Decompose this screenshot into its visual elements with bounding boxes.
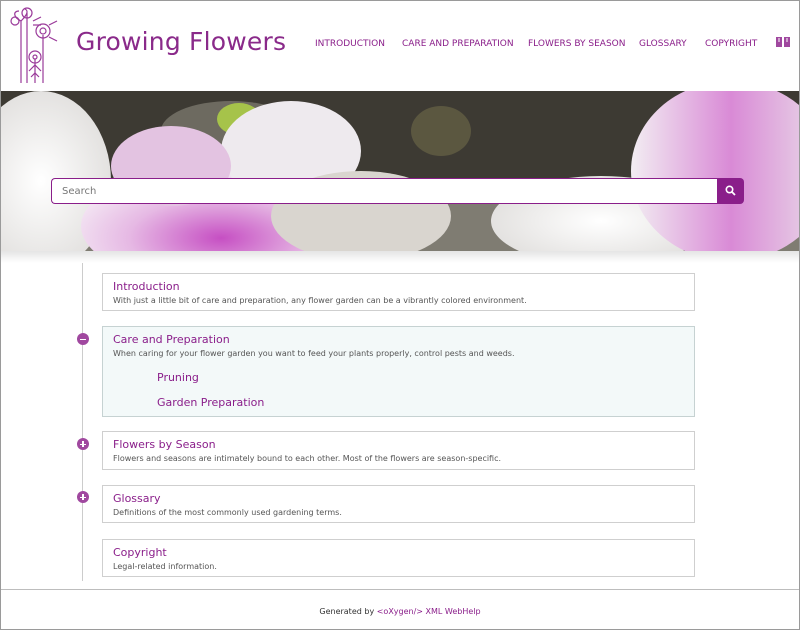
topic-card-introduction: Introduction With just a little bit of c… [102, 273, 695, 311]
topic-description: With just a little bit of care and prepa… [113, 296, 527, 305]
hero-shadow [1, 251, 799, 263]
flower-background-image [1, 91, 799, 251]
expand-toggle-icon[interactable] [77, 491, 89, 503]
book-icon[interactable] [775, 36, 791, 48]
footer-text: Generated by <oXygen/> XML WebHelp [1, 607, 799, 616]
topic-title-flowers-by-season[interactable]: Flowers by Season [113, 438, 216, 451]
topic-title-introduction[interactable]: Introduction [113, 280, 180, 293]
hero-banner [1, 91, 799, 251]
expand-toggle-icon[interactable] [77, 438, 89, 450]
topic-description: When caring for your flower garden you w… [113, 349, 515, 358]
nav-copyright[interactable]: COPYRIGHT [705, 39, 757, 49]
topic-title-copyright[interactable]: Copyright [113, 546, 167, 559]
flower-logo-icon[interactable] [7, 7, 65, 85]
nav-care-and-preparation[interactable]: CARE AND PREPARATION [402, 39, 514, 49]
header: Growing Flowers INTRODUCTION CARE AND PR… [1, 1, 799, 91]
nav-flowers-by-season[interactable]: FLOWERS BY SEASON [528, 39, 626, 49]
topic-description: Flowers and seasons are intimately bound… [113, 454, 502, 463]
footer-prefix: Generated by [319, 607, 377, 616]
nav-introduction[interactable]: INTRODUCTION [315, 39, 385, 49]
topic-title-care-and-preparation[interactable]: Care and Preparation [113, 333, 230, 346]
timeline-line [82, 263, 83, 581]
topic-card-flowers-by-season: Flowers by Season Flowers and seasons ar… [102, 431, 695, 470]
subtopic-link-garden-preparation[interactable]: Garden Preparation [157, 396, 264, 409]
subtopic-link-pruning[interactable]: Pruning [157, 371, 199, 384]
footer: Generated by <oXygen/> XML WebHelp [1, 589, 799, 629]
topic-description: Legal-related information. [113, 562, 217, 571]
nav-glossary[interactable]: GLOSSARY [639, 39, 687, 49]
search-input[interactable] [51, 178, 717, 204]
topic-card-copyright: Copyright Legal-related information. [102, 539, 695, 577]
topic-description: Definitions of the most commonly used ga… [113, 508, 342, 517]
footer-generator-link[interactable]: <oXygen/> XML WebHelp [377, 607, 481, 616]
site-title[interactable]: Growing Flowers [76, 27, 286, 56]
search-icon [725, 185, 736, 196]
topic-card-care-and-preparation: Care and Preparation When caring for you… [102, 326, 695, 417]
topic-card-glossary: Glossary Definitions of the most commonl… [102, 485, 695, 523]
collapse-toggle-icon[interactable] [77, 333, 89, 345]
search-button[interactable] [717, 178, 744, 204]
topic-title-glossary[interactable]: Glossary [113, 492, 161, 505]
